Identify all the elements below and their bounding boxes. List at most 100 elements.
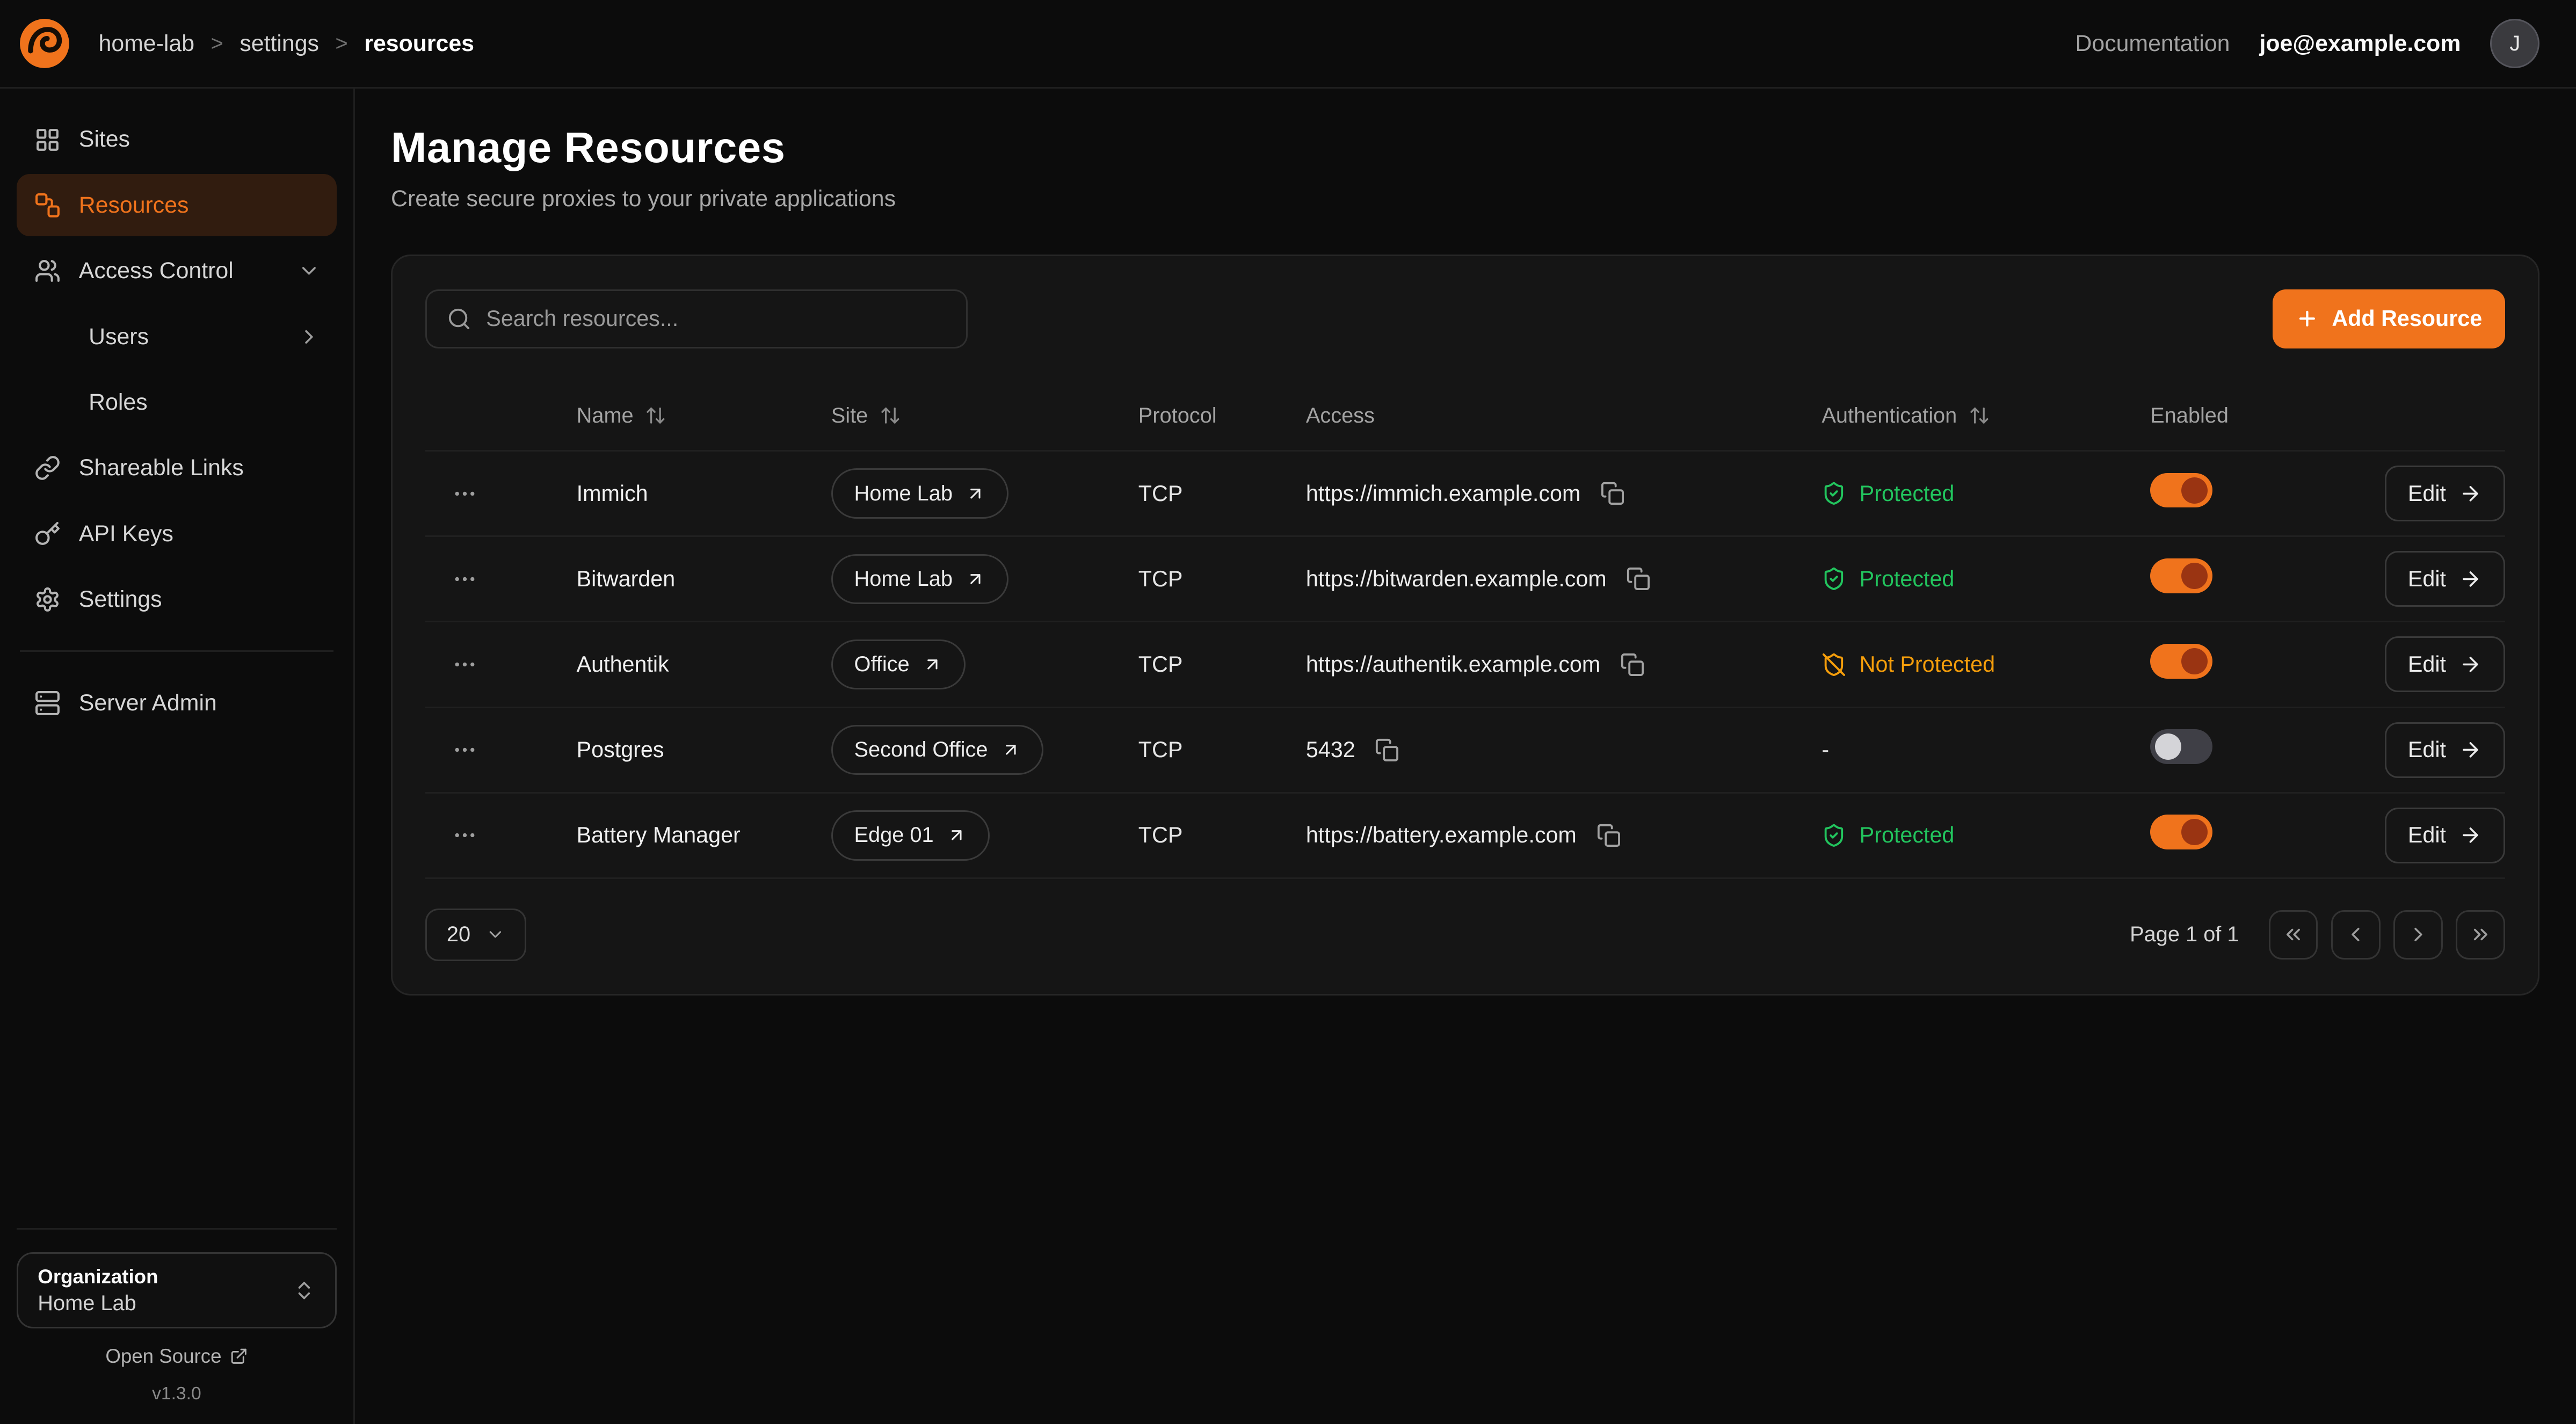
sidebar-item-server-admin[interactable]: Server Admin: [17, 672, 337, 734]
row-menu-button[interactable]: [445, 560, 484, 599]
access-url: https://immich.example.com: [1306, 481, 1581, 506]
app-window: home-lab > settings > resources Document…: [0, 0, 2576, 1424]
search-box: [425, 289, 967, 348]
sidebar-item-roles[interactable]: Roles: [17, 371, 337, 433]
edit-button[interactable]: Edit: [2385, 808, 2505, 863]
resource-name: Battery Manager: [577, 823, 831, 848]
edit-button[interactable]: Edit: [2385, 466, 2505, 521]
plus-icon: [2296, 307, 2319, 330]
breadcrumb-settings[interactable]: settings: [240, 31, 319, 57]
row-menu-button[interactable]: [445, 474, 484, 513]
site-link[interactable]: Home Lab: [831, 554, 1008, 605]
resource-name: Bitwarden: [577, 566, 831, 592]
toggle-knob: [2181, 819, 2208, 845]
sidebar-item-settings[interactable]: Settings: [17, 568, 337, 630]
auth-status: Protected: [1822, 566, 2150, 592]
copy-button[interactable]: [1372, 735, 1403, 766]
row-menu-button[interactable]: [445, 730, 484, 769]
edit-button[interactable]: Edit: [2385, 722, 2505, 778]
search-input[interactable]: [486, 306, 946, 331]
sort-icon: [645, 405, 666, 426]
link-icon: [33, 453, 62, 483]
site-name: Edge 01: [854, 823, 934, 847]
col-header-authentication[interactable]: Authentication: [1822, 404, 2150, 428]
resources-table: Name Site Protocol Access: [425, 381, 2505, 879]
sidebar-footer: Organization Home Lab Open Source v1.3.0: [17, 1228, 337, 1408]
access-url: https://authentik.example.com: [1306, 652, 1600, 677]
chevrons-up-down-icon: [293, 1279, 316, 1302]
row-menu-button[interactable]: [445, 645, 484, 684]
sidebar: Sites Resources Access Control Users: [0, 89, 355, 1424]
protocol: TCP: [1138, 737, 1306, 762]
site-link[interactable]: Office: [831, 640, 966, 690]
enabled-toggle[interactable]: [2150, 729, 2212, 764]
enabled-toggle[interactable]: [2150, 644, 2212, 678]
row-menu-button[interactable]: [445, 816, 484, 855]
shield-off-icon: [1822, 652, 1846, 677]
enabled-toggle[interactable]: [2150, 473, 2212, 507]
table-row: Immich Home Lab TCP https://immich.examp…: [425, 450, 2505, 535]
chevron-left-icon: [2344, 923, 2367, 946]
chevron-right-icon: [2407, 923, 2430, 946]
table-header-row: Name Site Protocol Access: [425, 381, 2505, 450]
chevron-down-icon: [485, 925, 505, 945]
page-subtitle: Create secure proxies to your private ap…: [391, 186, 2539, 212]
page-title: Manage Resources: [391, 123, 2539, 172]
avatar[interactable]: J: [2490, 19, 2539, 68]
breadcrumb-org[interactable]: home-lab: [99, 31, 194, 57]
auth-status: Not Protected: [1822, 652, 2150, 677]
sidebar-item-shareable-links[interactable]: Shareable Links: [17, 437, 337, 499]
pangolin-logo-icon: [18, 17, 71, 70]
col-header-protocol: Protocol: [1138, 404, 1306, 428]
toggle-knob: [2155, 733, 2181, 760]
external-link-icon: [966, 484, 985, 504]
add-resource-button[interactable]: Add Resource: [2273, 289, 2505, 348]
last-page-button[interactable]: [2456, 910, 2505, 960]
copy-button[interactable]: [1597, 478, 1628, 509]
auth-label: -: [1822, 737, 1829, 762]
ellipsis-icon: [452, 651, 478, 678]
sidebar-item-sites[interactable]: Sites: [17, 108, 337, 171]
organization-selector[interactable]: Organization Home Lab: [17, 1252, 337, 1328]
auth-status: Protected: [1822, 823, 2150, 848]
edit-button[interactable]: Edit: [2385, 636, 2505, 692]
enabled-toggle[interactable]: [2150, 558, 2212, 593]
sidebar-item-access-control[interactable]: Access Control: [17, 240, 337, 302]
copy-button[interactable]: [1617, 649, 1648, 680]
chevrons-left-icon: [2282, 923, 2305, 946]
chevron-down-icon: [297, 259, 321, 282]
site-link[interactable]: Edge 01: [831, 810, 990, 861]
copy-button[interactable]: [1623, 563, 1654, 594]
external-link-icon: [923, 655, 942, 674]
copy-icon: [1375, 738, 1399, 762]
first-page-button[interactable]: [2269, 910, 2318, 960]
sort-icon: [1969, 405, 1990, 426]
sidebar-item-users[interactable]: Users: [17, 306, 337, 368]
gear-icon: [33, 585, 62, 614]
pagination: Page 1 of 1: [2130, 910, 2505, 960]
site-link[interactable]: Second Office: [831, 725, 1044, 775]
col-header-name[interactable]: Name: [577, 404, 831, 428]
site-link[interactable]: Home Lab: [831, 468, 1008, 519]
copy-icon: [1597, 823, 1621, 848]
page-size-select[interactable]: 20: [425, 909, 526, 961]
resource-name: Immich: [577, 481, 831, 506]
resource-name: Authentik: [577, 652, 831, 677]
prev-page-button[interactable]: [2331, 910, 2381, 960]
next-page-button[interactable]: [2393, 910, 2443, 960]
documentation-link[interactable]: Documentation: [2075, 31, 2230, 57]
open-source-link[interactable]: Open Source: [17, 1345, 337, 1368]
external-link-icon: [230, 1347, 248, 1365]
arrow-right-icon: [2459, 824, 2482, 847]
sidebar-item-api-keys[interactable]: API Keys: [17, 503, 337, 565]
app-logo[interactable]: [17, 16, 72, 71]
col-header-site[interactable]: Site: [831, 404, 1138, 428]
enabled-toggle[interactable]: [2150, 815, 2212, 849]
table-row: Battery Manager Edge 01 TCP https://batt…: [425, 792, 2505, 877]
col-header-access: Access: [1306, 404, 1822, 428]
access-url: https://battery.example.com: [1306, 823, 1577, 848]
ellipsis-icon: [452, 822, 478, 848]
sidebar-item-resources[interactable]: Resources: [17, 174, 337, 236]
copy-button[interactable]: [1593, 820, 1624, 851]
edit-button[interactable]: Edit: [2385, 551, 2505, 607]
